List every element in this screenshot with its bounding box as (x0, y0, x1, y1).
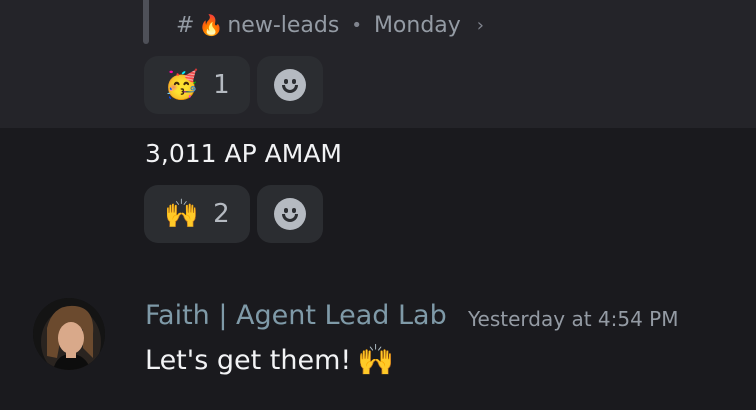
reaction-count: 2 (213, 199, 230, 229)
quote-bar (143, 0, 149, 44)
forwarded-day: Monday (373, 12, 461, 38)
smile-add-icon (274, 69, 306, 101)
party-face-icon: 🥳 (164, 68, 200, 101)
forwarded-channel-link[interactable]: # 🔥 new-leads • Monday › (176, 10, 484, 40)
reaction-raised-hands[interactable]: 🙌 2 (144, 185, 250, 243)
channel-hash: # (176, 12, 195, 38)
raised-hands-icon: 🙌 (164, 197, 200, 230)
add-reaction-button[interactable] (257, 56, 323, 114)
chevron-right-icon: › (476, 14, 484, 36)
author-name[interactable]: Faith | Agent Lead Lab (145, 300, 447, 331)
reply-text: Let's get them! (145, 345, 352, 376)
message-text: 3,011 AP AMAM (145, 139, 342, 168)
add-reaction-button[interactable] (257, 185, 323, 243)
reaction-party[interactable]: 🥳 1 (144, 56, 250, 114)
reaction-count: 1 (213, 70, 230, 100)
smile-add-icon (274, 198, 306, 230)
message-timestamp: Yesterday at 4:54 PM (468, 307, 679, 331)
raised-hands-icon: 🙌 (357, 343, 395, 378)
fire-icon: 🔥 (198, 13, 224, 37)
channel-name: new-leads (227, 12, 340, 38)
user-avatar[interactable] (33, 298, 105, 370)
separator-dot: • (351, 14, 362, 36)
reply-message: Let's get them! 🙌 (145, 343, 395, 378)
